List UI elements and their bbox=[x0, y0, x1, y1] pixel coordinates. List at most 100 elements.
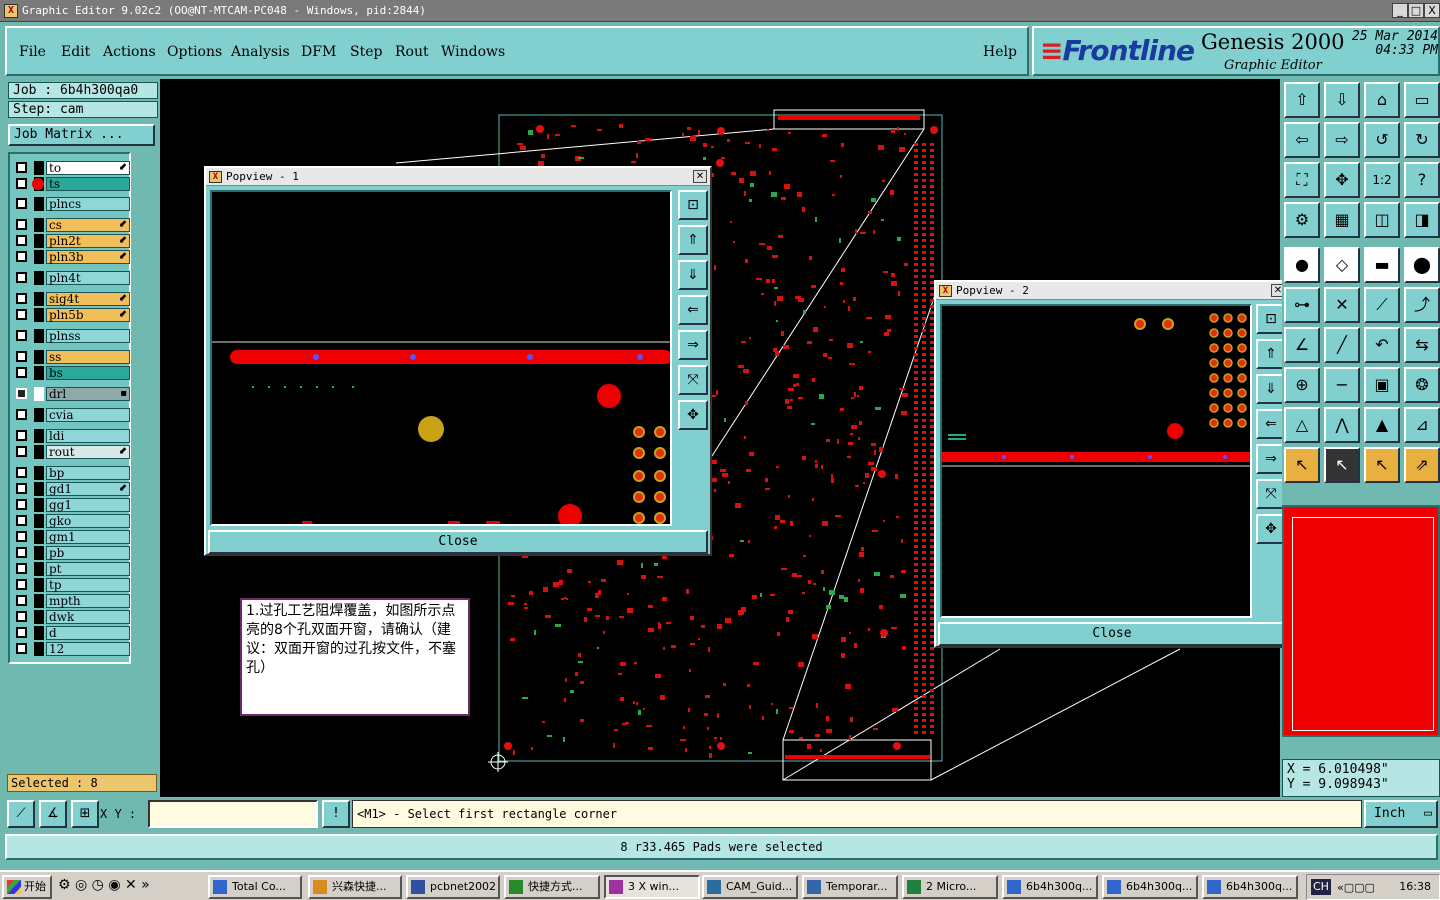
minus-icon[interactable]: − bbox=[1324, 367, 1360, 403]
popview-1-view[interactable] bbox=[210, 190, 672, 526]
layer-checkbox[interactable] bbox=[16, 579, 27, 590]
undo-icon[interactable]: ↺ bbox=[1364, 122, 1400, 158]
angle-icon[interactable]: ∠ bbox=[1284, 327, 1320, 363]
layer-row-pt[interactable]: pt bbox=[12, 562, 130, 576]
snap-icon[interactable]: ⟋ bbox=[7, 800, 35, 828]
line-icon[interactable]: ⟋ bbox=[1364, 287, 1400, 323]
tri2-icon[interactable]: ⋀ bbox=[1324, 407, 1360, 443]
layer-checkbox[interactable] bbox=[16, 388, 27, 399]
popview-1-close-button[interactable]: Close bbox=[208, 530, 708, 554]
layer-row-ss[interactable]: ss bbox=[12, 350, 130, 364]
layer-row-plnss[interactable]: plnss bbox=[12, 329, 130, 343]
close-window-button[interactable]: X bbox=[1424, 3, 1440, 18]
box-icon[interactable]: ▣ bbox=[1364, 367, 1400, 403]
layer-row-12[interactable]: 12 bbox=[12, 642, 130, 656]
layer-row-plncs[interactable]: plncs bbox=[12, 197, 130, 211]
point-icon[interactable]: ● bbox=[1284, 247, 1320, 283]
layer-name[interactable]: plnss bbox=[46, 329, 130, 343]
layer-name[interactable]: pln5b ⬋ bbox=[46, 308, 130, 322]
popview-pan-left-icon[interactable]: ⇐ bbox=[678, 295, 708, 325]
cursor-icon[interactable]: ↖ bbox=[1284, 447, 1320, 483]
layer-checkbox[interactable] bbox=[16, 235, 27, 246]
layer-checkbox[interactable] bbox=[16, 595, 27, 606]
menu-help[interactable]: Help bbox=[983, 44, 1017, 60]
popview-pan-down-icon[interactable]: ⇓ bbox=[678, 260, 708, 290]
layer-row-cs[interactable]: cs ⬋ bbox=[12, 218, 130, 232]
minimize-button[interactable]: _ bbox=[1392, 3, 1408, 18]
pan-up-icon[interactable]: ⇧ bbox=[1284, 82, 1320, 118]
taskbar-item[interactable]: 6b4h300q... bbox=[1202, 875, 1298, 899]
connect-icon[interactable]: ⊶ bbox=[1284, 287, 1320, 323]
layer-name[interactable]: cs ⬋ bbox=[46, 218, 130, 232]
layer-name[interactable]: ldi bbox=[46, 429, 130, 443]
shape-icon[interactable]: ◇ bbox=[1324, 247, 1360, 283]
feature-icon[interactable]: ⚙ bbox=[1284, 202, 1320, 238]
taskbar-item[interactable]: Total Co... bbox=[208, 875, 302, 899]
menu-options[interactable]: Options bbox=[167, 44, 222, 60]
layer-checkbox[interactable] bbox=[16, 531, 27, 542]
layer-name[interactable]: mpth bbox=[46, 594, 130, 608]
window-icon[interactable]: ▭ bbox=[1404, 82, 1440, 118]
popview-pan-right-icon[interactable]: ⇒ bbox=[678, 330, 708, 360]
layer-checkbox[interactable] bbox=[16, 272, 27, 283]
quick-launch[interactable]: ⚙ ◎ ◷ ◉ ✕ » bbox=[58, 877, 150, 893]
layer-name[interactable]: gko bbox=[46, 514, 130, 528]
tri1-icon[interactable]: △ bbox=[1284, 407, 1320, 443]
layer-row-to[interactable]: to ⬋ bbox=[12, 161, 130, 175]
slash-icon[interactable]: ╱ bbox=[1324, 327, 1360, 363]
layer-checkbox[interactable] bbox=[16, 483, 27, 494]
layer-row-tp[interactable]: tp bbox=[12, 578, 130, 592]
layer-name[interactable]: pt bbox=[46, 562, 130, 576]
zoom-center-icon[interactable]: ✥ bbox=[1324, 162, 1360, 198]
job-matrix-button[interactable]: Job Matrix ... bbox=[8, 124, 155, 146]
layer-row-ldi[interactable]: ldi bbox=[12, 429, 130, 443]
layer-row-sig4t[interactable]: sig4t ⬋ bbox=[12, 292, 130, 306]
popview-2-window[interactable]: X Popview - 2 ✕ ⊡ ⇑ ⇓ ⇐ ⇒ ⤧ ✥ Close bbox=[934, 280, 1290, 648]
layer-name[interactable]: plncs bbox=[46, 197, 130, 211]
layer-checkbox[interactable] bbox=[16, 198, 27, 209]
layer-row-ts[interactable]: ts bbox=[12, 177, 130, 191]
popview-2-title-bar[interactable]: X Popview - 2 ✕ bbox=[936, 282, 1288, 300]
layer-row-d[interactable]: d bbox=[12, 626, 130, 640]
menu-edit[interactable]: Edit bbox=[61, 44, 90, 60]
layer-row-gko[interactable]: gko bbox=[12, 514, 130, 528]
layer-row-pln3b[interactable]: pln3b ⬋ bbox=[12, 250, 130, 264]
menu-actions[interactable]: Actions bbox=[103, 44, 156, 60]
layer-checkbox[interactable] bbox=[16, 162, 27, 173]
layer-row-gg1[interactable]: gg1 bbox=[12, 498, 130, 512]
layer-checkbox[interactable] bbox=[16, 251, 27, 262]
layer-row-dwk[interactable]: dwk bbox=[12, 610, 130, 624]
mirror-icon[interactable]: ⇆ bbox=[1404, 327, 1440, 363]
taskbar-item[interactable]: CAM_Guid... bbox=[702, 875, 798, 899]
popview-2-view[interactable] bbox=[940, 304, 1252, 618]
layer-name[interactable]: d bbox=[46, 626, 130, 640]
layer-name[interactable]: gm1 bbox=[46, 530, 130, 544]
layer-checkbox[interactable] bbox=[16, 330, 27, 341]
popview-1-close-icon[interactable]: ✕ bbox=[693, 170, 707, 183]
layer-name[interactable]: pln4t bbox=[46, 271, 130, 285]
pan-left-icon[interactable]: ⇦ bbox=[1284, 122, 1320, 158]
layer-name[interactable]: rout ⬋ bbox=[46, 445, 130, 459]
xy-input[interactable] bbox=[148, 800, 318, 828]
layer-name[interactable]: pln2t ⬋ bbox=[46, 234, 130, 248]
layer-checkbox[interactable] bbox=[16, 430, 27, 441]
tri4-icon[interactable]: ⊿ bbox=[1404, 407, 1440, 443]
layer-row-pln5b[interactable]: pln5b ⬋ bbox=[12, 308, 130, 322]
layers-icon[interactable]: ◫ bbox=[1364, 202, 1400, 238]
pan-down-icon[interactable]: ⇩ bbox=[1324, 82, 1360, 118]
redo-icon[interactable]: ↻ bbox=[1404, 122, 1440, 158]
layer-checkbox[interactable] bbox=[16, 643, 27, 654]
menu-step[interactable]: Step bbox=[350, 44, 382, 60]
popview-1-window[interactable]: X Popview - 1 ✕ ⊡ ⇑ ⇓ ⇐ ⇒ ⤧ ✥ Close bbox=[204, 166, 712, 556]
start-button[interactable]: 开始 bbox=[2, 875, 52, 899]
layer-name[interactable]: drl ▪ bbox=[46, 387, 130, 401]
layer-name[interactable]: gg1 bbox=[46, 498, 130, 512]
cross-icon[interactable]: ✕ bbox=[1324, 287, 1360, 323]
layer-checkbox[interactable] bbox=[16, 309, 27, 320]
move-icon[interactable]: ⊕ bbox=[1284, 367, 1320, 403]
layer-checkbox[interactable] bbox=[16, 351, 27, 362]
taskbar-item[interactable]: 3 X win... bbox=[604, 875, 700, 899]
layer-name[interactable]: tp bbox=[46, 578, 130, 592]
help-icon[interactable]: ? bbox=[1404, 162, 1440, 198]
taskbar-item[interactable]: pcbnet2002 bbox=[406, 875, 500, 899]
